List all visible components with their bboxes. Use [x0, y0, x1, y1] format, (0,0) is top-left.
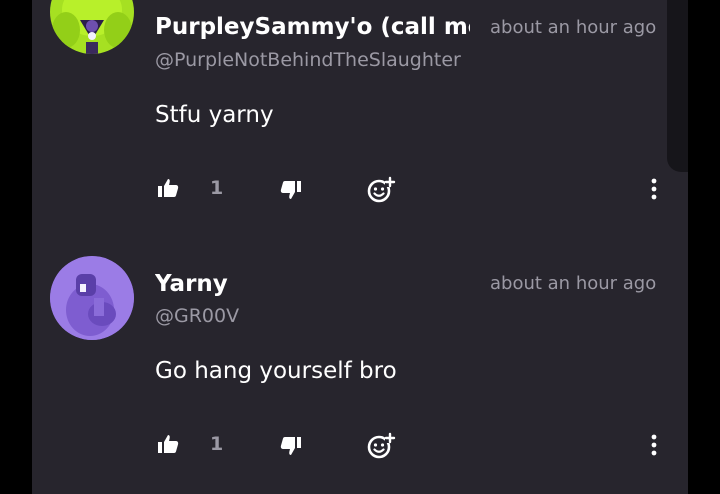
thumbs-down-icon	[280, 437, 301, 455]
more-options-button[interactable]	[650, 178, 658, 200]
user-handle[interactable]: @GR00V	[155, 305, 239, 327]
overlay-card	[667, 0, 688, 172]
green-character-avatar-icon	[50, 0, 134, 54]
more-options-button[interactable]	[650, 434, 658, 456]
thumbs-up-icon	[158, 435, 179, 453]
avatar[interactable]	[50, 256, 134, 340]
dislike-button[interactable]	[280, 180, 302, 200]
add-reaction-button[interactable]	[366, 175, 396, 205]
username[interactable]: Yarny	[155, 271, 228, 297]
comment-text: Go hang yourself bro	[155, 358, 397, 384]
comments-panel: PurpleySammy'o (call me @PurpleNotBehind…	[32, 0, 688, 494]
add-reaction-icon	[367, 432, 396, 459]
add-reaction-button[interactable]	[366, 431, 396, 461]
timestamp: about an hour ago	[490, 17, 657, 38]
thumbs-down-icon	[280, 181, 301, 199]
more-vertical-icon	[651, 434, 657, 456]
dislike-button[interactable]	[280, 436, 302, 456]
more-vertical-icon	[651, 178, 657, 200]
like-count: 1	[210, 177, 224, 199]
add-reaction-icon	[367, 176, 396, 203]
like-button[interactable]	[157, 434, 179, 454]
purple-character-avatar-icon	[50, 256, 134, 340]
like-button[interactable]	[157, 178, 179, 198]
timestamp: about an hour ago	[490, 273, 657, 294]
thumbs-up-icon	[158, 179, 179, 197]
like-count: 1	[210, 433, 224, 455]
avatar[interactable]	[50, 0, 134, 54]
user-handle[interactable]: @PurpleNotBehindTheSlaughter	[155, 49, 461, 71]
username[interactable]: PurpleySammy'o (call me	[155, 14, 470, 40]
comment-text: Stfu yarny	[155, 102, 274, 128]
